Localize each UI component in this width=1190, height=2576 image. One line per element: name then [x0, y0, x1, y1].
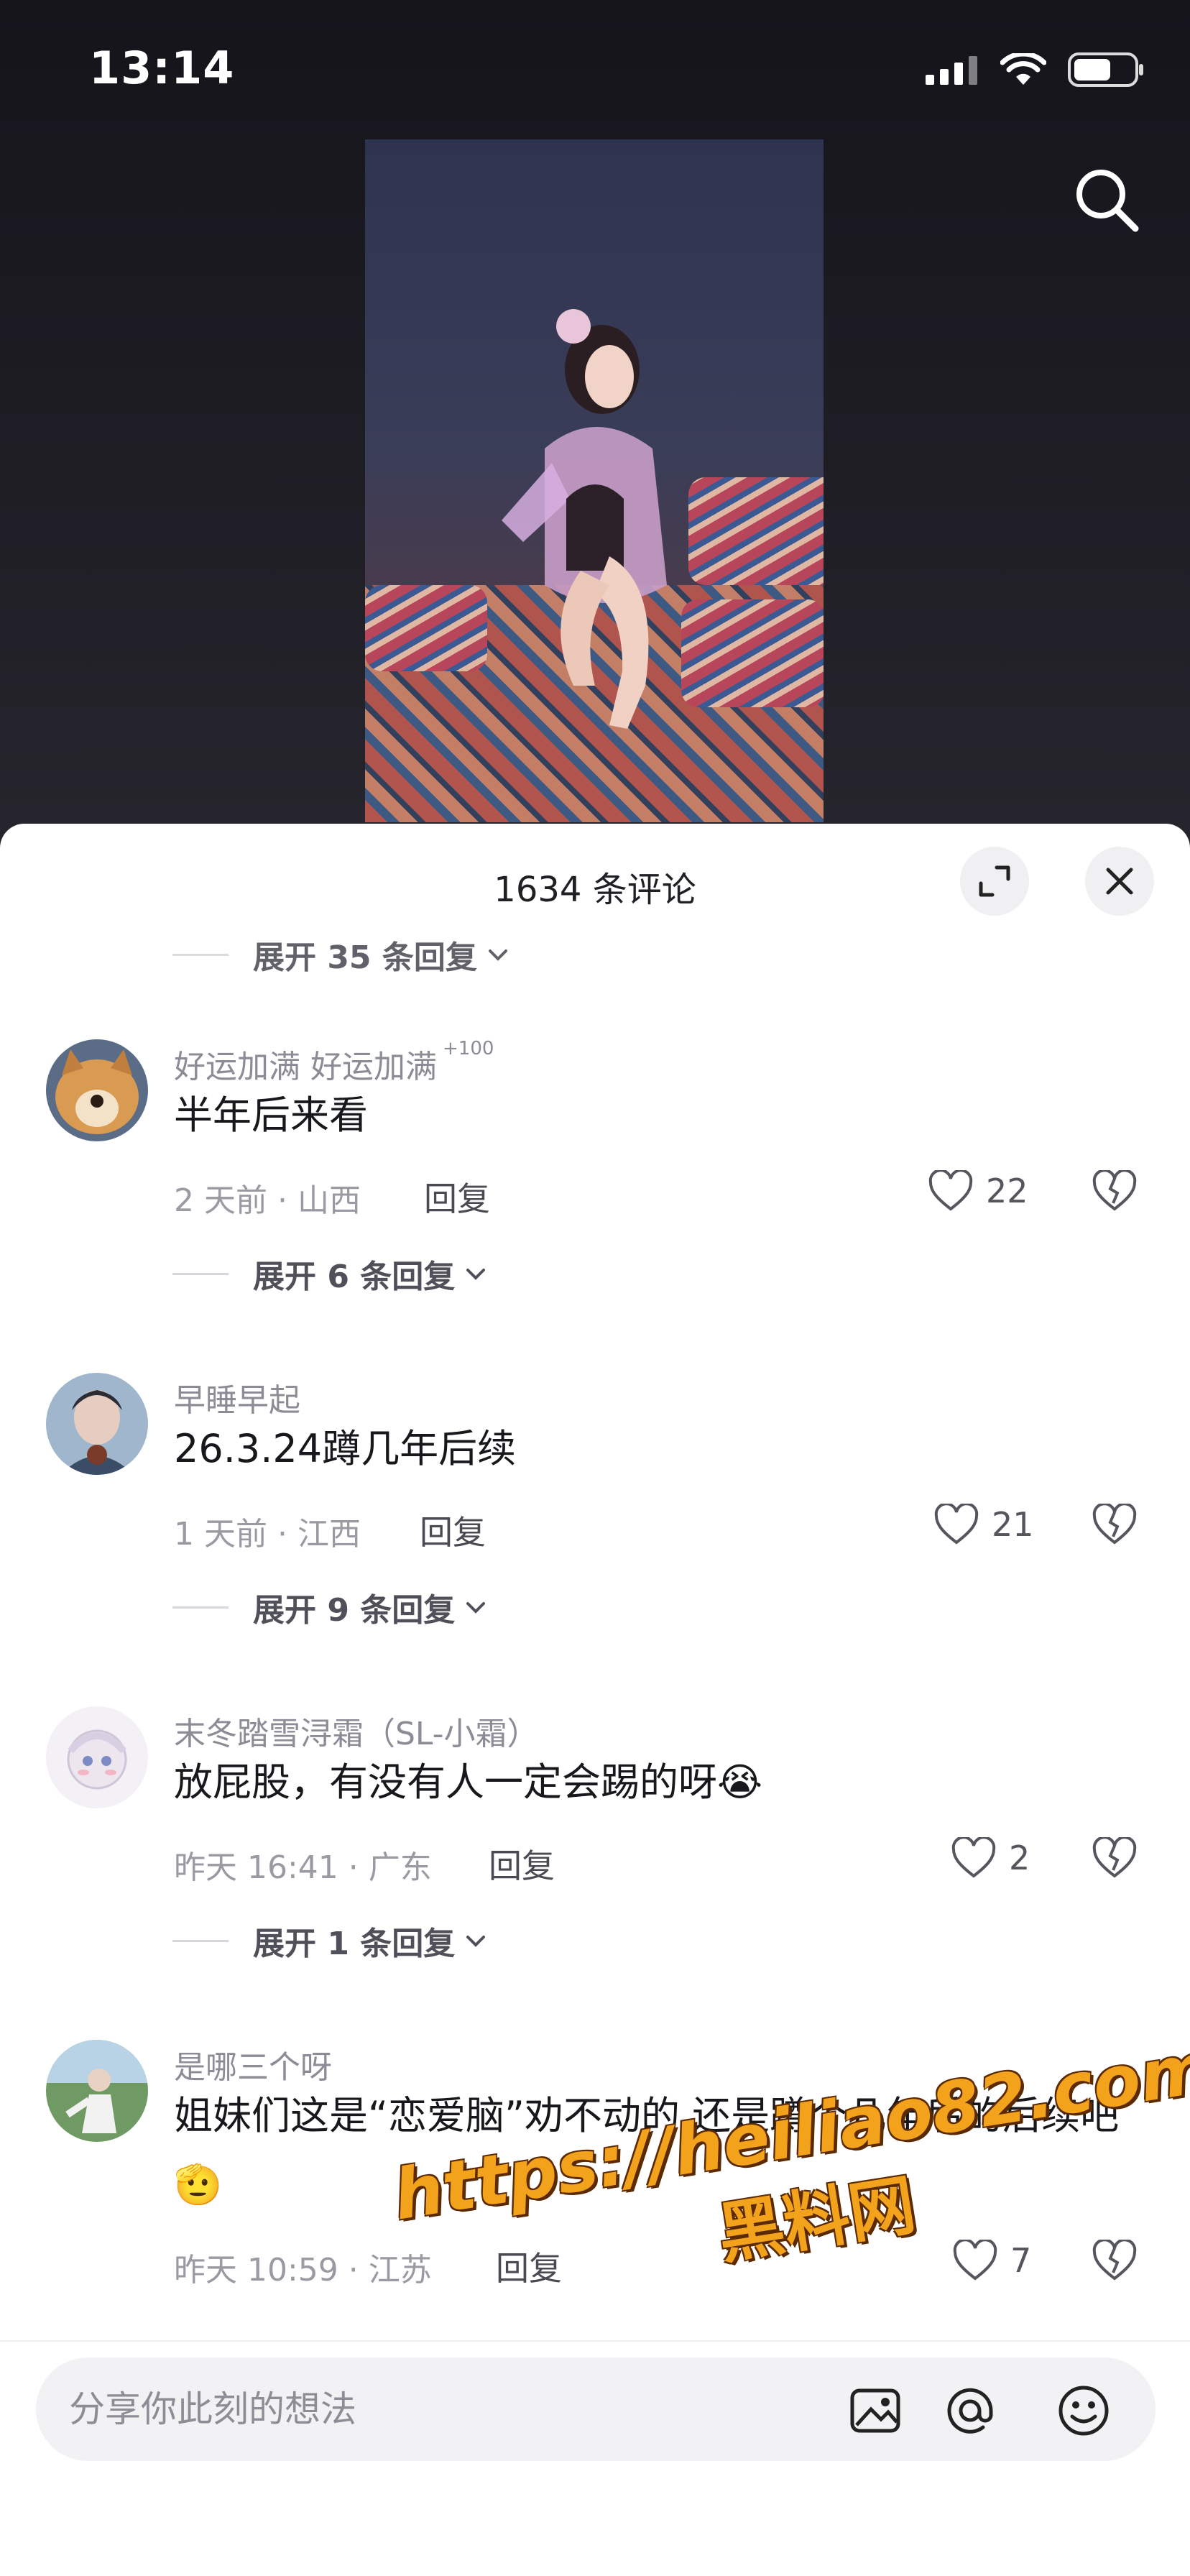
- heart-icon: [953, 2240, 997, 2281]
- person-figure: [502, 309, 667, 729]
- dislike-button[interactable]: [1092, 1836, 1137, 1882]
- avatar[interactable]: [46, 1039, 148, 1141]
- dislike-button[interactable]: [1092, 1169, 1137, 1215]
- author-badge: +100: [443, 1038, 494, 1059]
- expand-replies-link[interactable]: 展开 1 条回复: [172, 1918, 488, 1964]
- like-button[interactable]: 7: [953, 2240, 1031, 2281]
- chevron-down-icon: [488, 949, 507, 961]
- divider-line: [172, 1939, 229, 1942]
- search-icon: [1076, 170, 1139, 232]
- expand-replies-link[interactable]: 展开 6 条回复: [172, 1251, 488, 1297]
- pillow-left: [365, 585, 487, 671]
- like-count: 2: [1009, 1839, 1030, 1877]
- chevron-down-icon: [466, 1936, 486, 1947]
- expand-replies-label: 展开 6 条回复: [253, 1259, 456, 1295]
- divider-line: [172, 1272, 229, 1275]
- wifi-icon: [1000, 53, 1046, 85]
- outdoor-avatar-image: [46, 2040, 148, 2142]
- comment-author[interactable]: 早睡早起: [174, 1374, 300, 1420]
- status-icons: [926, 52, 1145, 88]
- expand-replies-label: 展开 9 条回复: [253, 1592, 456, 1629]
- like-button[interactable]: 22: [928, 1170, 1028, 1212]
- close-icon: [1106, 868, 1133, 895]
- fullscreen-icon: [979, 865, 1010, 897]
- comment-input-container[interactable]: [36, 2358, 1156, 2461]
- reply-button[interactable]: 回复: [420, 1506, 486, 1554]
- close-button[interactable]: [1085, 847, 1154, 916]
- anime-avatar-image: [46, 1706, 148, 1808]
- heart-icon: [928, 1170, 973, 1211]
- pillow-right: [688, 477, 824, 585]
- like-button[interactable]: 2: [951, 1837, 1030, 1879]
- emoji-icon[interactable]: [1056, 2383, 1111, 2438]
- comment-meta: 1 天前 · 江西: [174, 1516, 361, 1552]
- comment-author[interactable]: 末冬踏雪浔霜（SL-小霜）: [174, 1708, 539, 1754]
- comment-meta: 昨天 16:41 · 广东: [174, 1849, 432, 1886]
- cellular-signal-icon: [926, 56, 977, 85]
- reply-button[interactable]: 回复: [424, 1173, 490, 1220]
- dislike-button[interactable]: [1092, 2238, 1137, 2284]
- comment-input[interactable]: [69, 2379, 788, 2439]
- expand-replies-link[interactable]: 展开 35 条回复: [172, 932, 510, 978]
- avatar[interactable]: [46, 1373, 148, 1475]
- divider-line: [172, 1606, 229, 1609]
- status-time: 13:14: [89, 42, 235, 94]
- like-count: 22: [986, 1172, 1028, 1210]
- pillow-right-lower: [681, 599, 824, 707]
- like-count: 21: [992, 1505, 1034, 1544]
- avatar[interactable]: [46, 2040, 148, 2142]
- heart-icon: [934, 1504, 979, 1545]
- at-mention-icon[interactable]: [943, 2383, 997, 2438]
- chevron-down-icon: [466, 1602, 486, 1614]
- broken-heart-icon: [1092, 1502, 1137, 1545]
- like-count: 7: [1010, 2241, 1032, 2280]
- expand-replies-label: 展开 1 条回复: [253, 1926, 456, 1962]
- image-icon[interactable]: [848, 2383, 903, 2438]
- reply-button[interactable]: 回复: [489, 1840, 555, 1887]
- broken-heart-icon: [1092, 2238, 1137, 2281]
- divider-line: [172, 953, 229, 956]
- comment-text: 放屁股，有没有人一定会踢的呀😭: [174, 1760, 763, 1805]
- comment-meta: 昨天 10:59 · 江苏: [174, 2252, 432, 2288]
- comment-author[interactable]: 是哪三个呀: [174, 2041, 332, 2087]
- screen: 13:14 1634 条评论 展开 35 条回复 好运加满 好运加满 +100 …: [0, 0, 1190, 2576]
- comment-input-bar: [0, 2340, 1190, 2576]
- expand-replies-label: 展开 35 条回复: [253, 939, 477, 976]
- video-thumbnail[interactable]: [365, 139, 824, 822]
- comment-text: 26.3.24蹲几年后续: [174, 1426, 517, 1471]
- broken-heart-icon: [1092, 1836, 1137, 1878]
- expand-button[interactable]: [960, 847, 1029, 916]
- battery-icon: [1068, 52, 1143, 87]
- broken-heart-icon: [1092, 1169, 1137, 1211]
- comment-sheet: 1634 条评论 展开 35 条回复 好运加满 好运加满 +100 半年后来看 …: [0, 824, 1190, 2576]
- person-avatar-image: [46, 1373, 148, 1475]
- dislike-button[interactable]: [1092, 1502, 1137, 1548]
- expand-replies-link[interactable]: 展开 9 条回复: [172, 1584, 488, 1630]
- avatar[interactable]: [46, 1706, 148, 1808]
- comment-meta: 2 天前 · 山西: [174, 1182, 361, 1219]
- chevron-down-icon: [466, 1269, 486, 1280]
- search-button[interactable]: [1071, 164, 1143, 236]
- like-button[interactable]: 21: [934, 1504, 1034, 1545]
- heart-icon: [951, 1837, 996, 1878]
- comment-text: 半年后来看: [174, 1092, 368, 1138]
- comment-author[interactable]: 好运加满 好运加满 +100: [174, 1038, 494, 1087]
- dog-avatar-image: [46, 1039, 148, 1141]
